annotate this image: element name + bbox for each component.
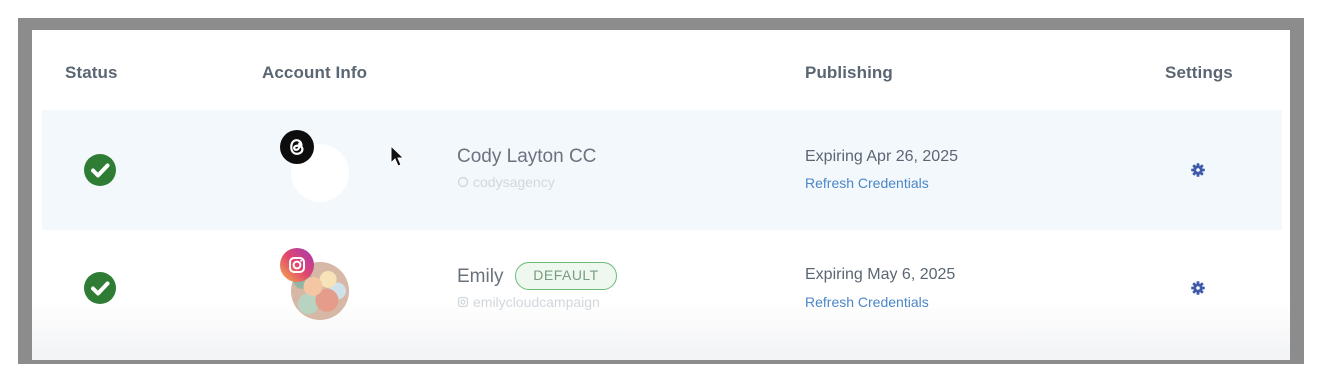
account-handle: codysagency — [457, 174, 555, 190]
account-name: Emily — [457, 266, 504, 287]
accounts-panel: Status Account Info Publishing Settings … — [32, 30, 1290, 360]
header-account-info: Account Info — [262, 63, 368, 82]
instagram-icon — [457, 296, 469, 308]
threads-icon — [280, 130, 314, 164]
check-circle-icon — [84, 154, 116, 186]
default-badge: DEFAULT — [515, 262, 617, 290]
account-avatar — [280, 248, 360, 328]
expiring-text: Expiring May 6, 2025 — [805, 266, 956, 283]
expiring-text: Expiring Apr 26, 2025 — [805, 148, 958, 165]
header-status: Status — [65, 63, 118, 82]
refresh-credentials-link[interactable]: Refresh Credentials — [805, 175, 929, 191]
mouse-cursor-icon — [390, 145, 405, 167]
gear-icon[interactable] — [1190, 280, 1206, 296]
instagram-icon — [280, 248, 314, 282]
refresh-credentials-link[interactable]: Refresh Credentials — [805, 294, 929, 310]
header-publishing: Publishing — [805, 63, 893, 82]
header-settings: Settings — [1165, 63, 1233, 82]
account-row: Emily DEFAULT emilycloudcampaign Expirin… — [42, 230, 1282, 350]
threads-icon — [457, 176, 469, 188]
gear-icon[interactable] — [1190, 162, 1206, 178]
account-handle: emilycloudcampaign — [457, 294, 600, 310]
account-avatar — [280, 130, 360, 210]
account-row: Cody Layton CC codysagency Expiring Apr … — [42, 110, 1282, 230]
check-circle-icon — [84, 272, 116, 304]
account-name: Cody Layton CC — [457, 146, 597, 167]
